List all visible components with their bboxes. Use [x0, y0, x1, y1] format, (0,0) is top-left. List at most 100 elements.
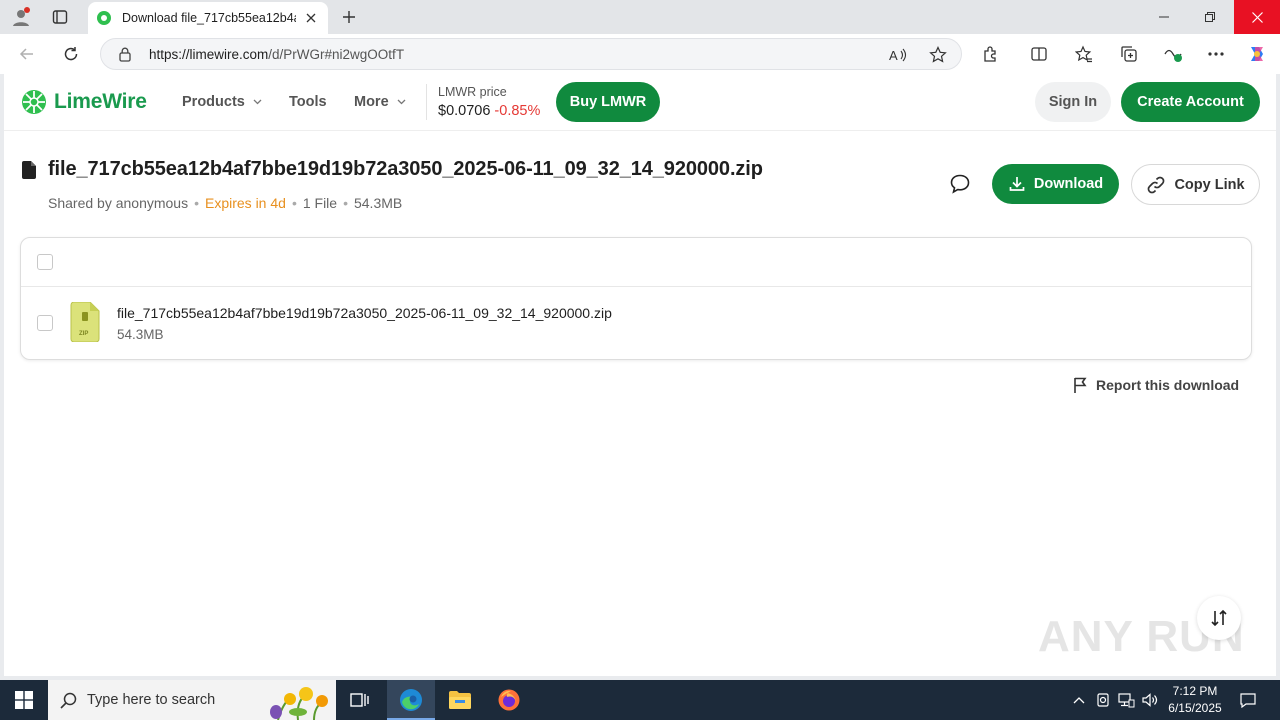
minimize-icon[interactable]	[1141, 0, 1187, 34]
network-icon[interactable]	[1116, 690, 1136, 710]
menu-tools[interactable]: Tools	[289, 94, 327, 110]
windows-logo-icon	[15, 691, 33, 709]
task-view-button[interactable]	[336, 680, 384, 720]
search-placeholder: Type here to search	[87, 692, 216, 708]
file-icon	[22, 160, 36, 179]
link-icon	[1146, 175, 1166, 195]
file-meta: Shared by anonymous • Expires in 4d • 1 …	[48, 195, 402, 211]
meta-separator: •	[291, 195, 297, 211]
edge-browser-icon	[400, 689, 422, 711]
file-row-checkbox[interactable]	[37, 315, 53, 331]
favorite-star-icon[interactable]	[927, 45, 949, 65]
search-highlight-flowers-icon	[270, 687, 328, 720]
chevron-down-icon	[397, 99, 406, 105]
start-button[interactable]	[0, 680, 48, 720]
browser-essentials-icon[interactable]	[1160, 42, 1186, 66]
price-value: $0.0706	[438, 103, 491, 119]
expires-text: Expires in 4d	[205, 195, 286, 211]
menu-more-label: More	[354, 94, 389, 110]
clock-time: 7:12 PM	[1172, 684, 1218, 698]
sort-toggle-button[interactable]	[1197, 596, 1241, 640]
limewire-favicon-icon	[97, 11, 111, 25]
flag-icon	[1072, 376, 1090, 394]
meta-separator: •	[194, 195, 199, 211]
report-label: Report this download	[1096, 377, 1240, 393]
header-divider	[426, 84, 427, 120]
menu-products-label: Products	[182, 94, 245, 110]
menu-more[interactable]: More	[354, 94, 406, 110]
price-row: $0.0706 -0.85%	[438, 103, 540, 119]
select-all-checkbox[interactable]	[37, 254, 53, 270]
price-change: -0.85%	[494, 103, 541, 119]
taskbar-clock[interactable]: 7:12 PM 6/15/2025	[1160, 683, 1230, 717]
buy-lmwr-button[interactable]: Buy LMWR	[556, 82, 660, 122]
page-content: LimeWire Products Tools More LMWR price …	[4, 74, 1276, 676]
meta-separator: •	[343, 195, 348, 211]
copy-link-button[interactable]: Copy Link	[1131, 164, 1260, 205]
back-icon[interactable]	[12, 40, 42, 68]
download-button[interactable]: Download	[992, 164, 1119, 204]
download-icon	[1008, 175, 1026, 193]
profile-icon[interactable]	[6, 3, 36, 31]
sort-arrows-icon	[1211, 609, 1227, 627]
taskbar-edge-button[interactable]	[387, 680, 435, 720]
task-view-icon	[350, 693, 369, 707]
zip-tag: ZIP	[79, 331, 88, 337]
device-tray-icon[interactable]	[1093, 690, 1113, 710]
site-info-lock-icon[interactable]	[117, 46, 133, 67]
menu-products[interactable]: Products	[182, 94, 262, 110]
limewire-logo[interactable]: LimeWire	[20, 88, 147, 116]
tab-actions-icon[interactable]	[45, 3, 75, 31]
window-close-icon[interactable]	[1234, 0, 1280, 34]
read-aloud-icon[interactable]: A	[887, 45, 909, 65]
file-list-header	[21, 238, 1251, 287]
volume-icon[interactable]	[1140, 690, 1160, 710]
collections-icon[interactable]	[1116, 42, 1142, 66]
taskbar-file-explorer-button[interactable]	[436, 680, 484, 720]
shared-by: Shared by anonymous	[48, 195, 189, 211]
price-label: LMWR price	[438, 85, 507, 99]
copilot-icon[interactable]	[1244, 42, 1270, 66]
browser-toolbar: https://limewire.com/d/PrWGr#ni2wgOOtfT …	[0, 34, 1280, 74]
tab-title: Download file_717cb55ea12b4af7	[122, 11, 296, 25]
taskbar-search-box[interactable]: Type here to search	[48, 680, 336, 720]
copy-link-label: Copy Link	[1174, 176, 1245, 193]
comment-icon[interactable]	[948, 172, 972, 196]
limewire-logo-icon	[22, 90, 46, 114]
file-row-size: 54.3MB	[117, 327, 164, 342]
file-list-card: ZIP file_717cb55ea12b4af7bbe19d19b72a305…	[20, 237, 1252, 360]
restore-icon[interactable]	[1187, 0, 1233, 34]
create-account-button[interactable]: Create Account	[1121, 82, 1260, 122]
split-screen-icon[interactable]	[1026, 42, 1052, 66]
download-label: Download	[1033, 176, 1104, 192]
search-icon	[60, 692, 77, 709]
browser-tab-bar: Download file_717cb55ea12b4af7	[0, 0, 1280, 34]
extensions-icon[interactable]	[978, 42, 1004, 66]
address-bar[interactable]: https://limewire.com/d/PrWGr#ni2wgOOtfT …	[100, 38, 962, 70]
svg-text:A: A	[889, 48, 898, 63]
chevron-down-icon	[253, 99, 262, 105]
total-size: 54.3MB	[353, 195, 403, 211]
new-tab-icon[interactable]	[336, 4, 362, 30]
menu-tools-label: Tools	[289, 94, 327, 110]
refresh-icon[interactable]	[56, 40, 86, 68]
folder-icon	[449, 691, 471, 709]
file-title: file_717cb55ea12b4af7bbe19d19b72a3050_20…	[48, 158, 763, 180]
notification-center-icon[interactable]	[1238, 690, 1258, 710]
clock-date: 6/15/2025	[1168, 701, 1222, 715]
site-header: LimeWire Products Tools More LMWR price …	[4, 74, 1276, 131]
favorites-icon[interactable]	[1071, 42, 1097, 66]
show-hidden-icons-chevron-icon[interactable]	[1069, 690, 1089, 710]
taskbar-firefox-button[interactable]	[485, 680, 533, 720]
active-tab[interactable]: Download file_717cb55ea12b4af7	[88, 2, 328, 34]
firefox-icon	[498, 689, 520, 711]
windows-taskbar: Type here to search 7:12 PM 6/15/2025	[0, 680, 1280, 720]
file-row-name[interactable]: file_717cb55ea12b4af7bbe19d19b72a3050_20…	[117, 305, 612, 321]
tab-close-icon[interactable]	[302, 9, 320, 27]
sign-in-button[interactable]: Sign In	[1035, 82, 1111, 122]
report-download-link[interactable]: Report this download	[1072, 376, 1239, 394]
settings-more-icon[interactable]	[1203, 42, 1229, 66]
file-count: 1 File	[302, 195, 338, 211]
file-title-row: file_717cb55ea12b4af7bbe19d19b72a3050_20…	[20, 158, 763, 181]
logo-text: LimeWire	[54, 90, 147, 113]
